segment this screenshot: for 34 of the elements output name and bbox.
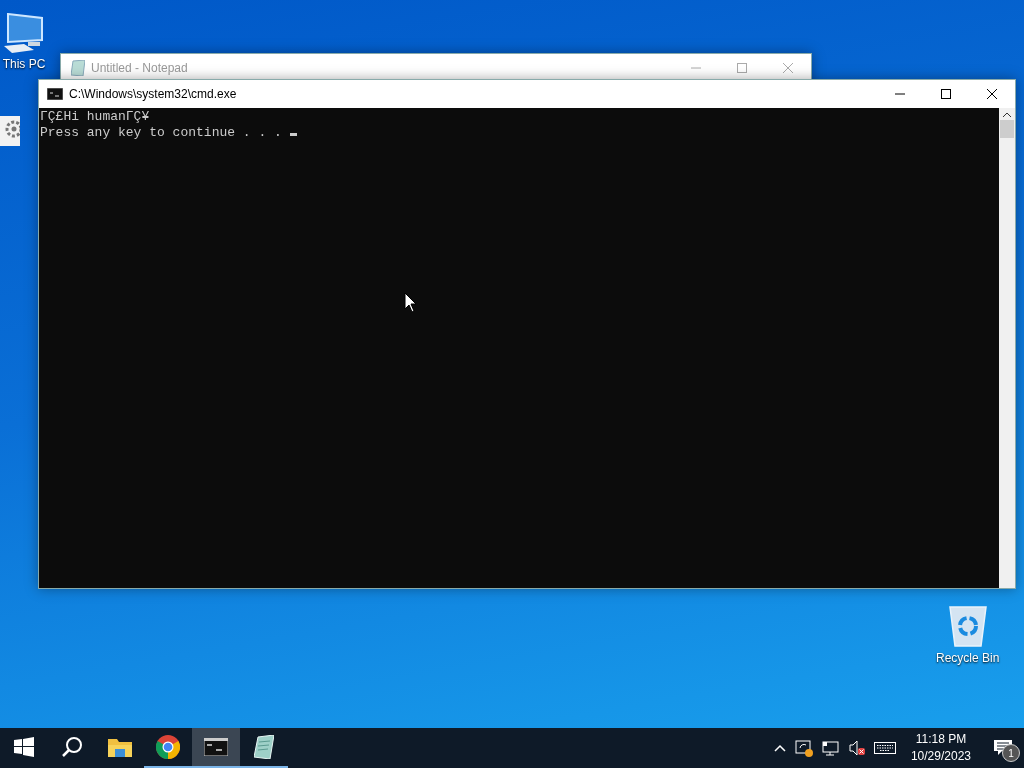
settings-icon [0, 116, 20, 146]
speaker-muted-icon[interactable] [848, 740, 865, 756]
scrollbar[interactable] [999, 108, 1015, 588]
recycle-bin-icon [946, 604, 989, 648]
clock[interactable]: 11:18 PM 10/29/2023 [904, 731, 977, 765]
folder-icon [108, 737, 132, 757]
scroll-up-icon[interactable] [1003, 112, 1011, 118]
notification-count: 1 [1002, 744, 1020, 762]
security-icon[interactable] [794, 739, 813, 757]
text-cursor [289, 133, 297, 136]
window-title: Untitled - Notepad [90, 61, 189, 75]
close-icon [987, 89, 997, 99]
notepad-icon [254, 735, 274, 759]
computer-icon [2, 12, 46, 54]
terminal-icon [204, 738, 228, 756]
maximize-icon [737, 63, 747, 73]
network-icon[interactable] [821, 740, 840, 756]
console-line: Press any key to continue . . . [40, 125, 999, 141]
windows-logo-icon [14, 737, 34, 757]
keyboard-icon[interactable] [873, 742, 896, 754]
chevron-up-icon[interactable] [773, 744, 786, 752]
icon-label: Recycle Bin [936, 651, 1000, 665]
notepad-icon [71, 60, 85, 76]
search-icon [61, 736, 83, 758]
scroll-thumb[interactable] [1000, 120, 1014, 138]
terminal-icon [47, 88, 63, 100]
icon-label: This PC [2, 57, 46, 71]
console-line: ΓÇ£Hi humanΓÇ¥ [40, 109, 151, 125]
mouse-pointer-icon [404, 292, 418, 314]
close-icon [783, 63, 793, 73]
maximize-icon [941, 89, 951, 99]
browser-icon [156, 735, 180, 759]
window-title: C:\Windows\system32\cmd.exe [68, 87, 238, 101]
taskbar-button[interactable] [192, 728, 240, 768]
